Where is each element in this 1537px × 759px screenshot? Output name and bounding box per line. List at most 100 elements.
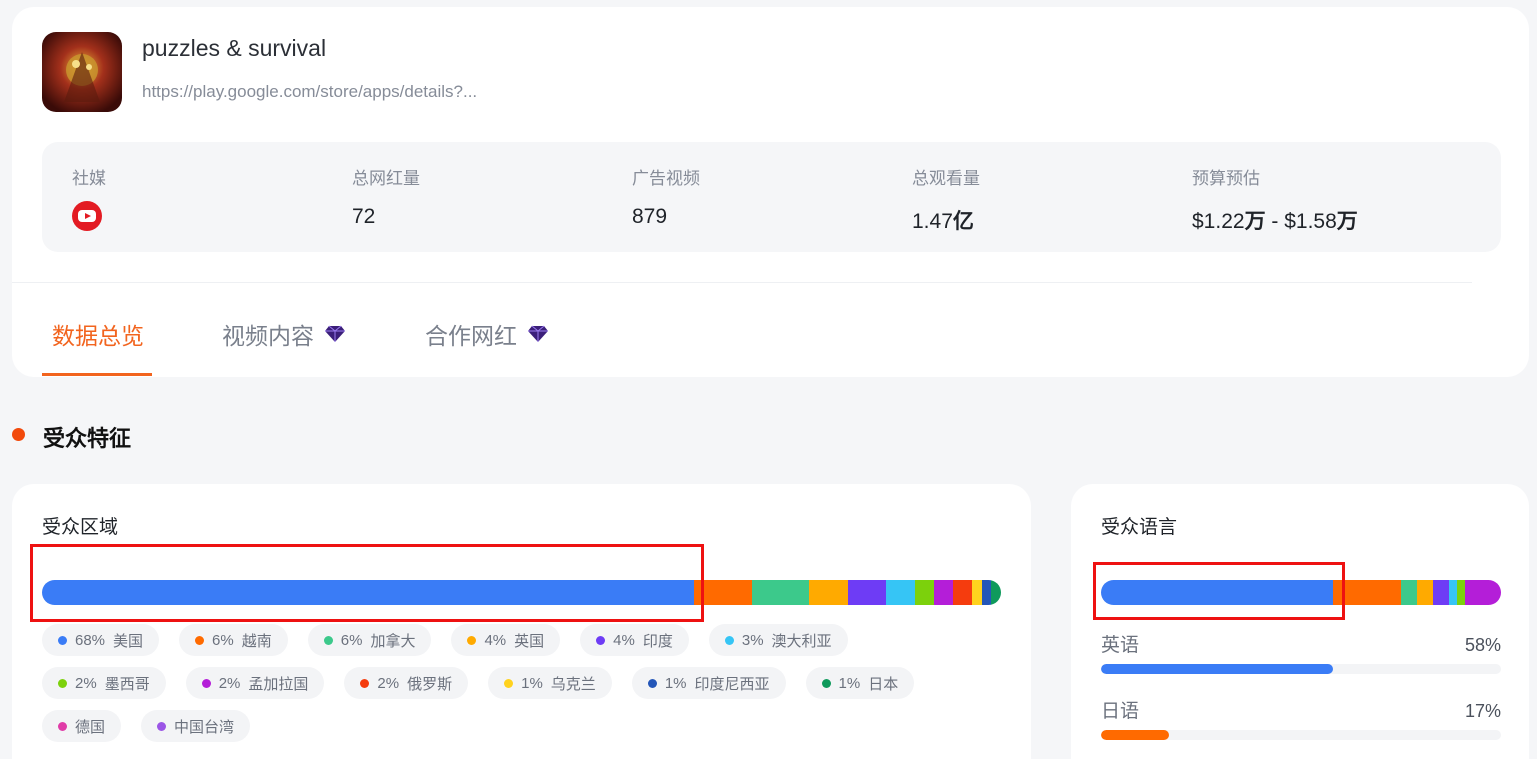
language-name: 英语 <box>1101 635 1140 656</box>
language-bar-segment <box>1401 580 1417 605</box>
tab-overview[interactable]: 数据总览 <box>52 317 144 351</box>
legend-percent: 6% <box>212 631 234 649</box>
legend-percent: 1% <box>521 674 543 692</box>
legend-country: 印度尼西亚 <box>694 675 770 693</box>
region-bar-segment <box>953 580 973 605</box>
legend-country: 墨西哥 <box>104 675 150 693</box>
legend-percent: 2% <box>218 674 241 692</box>
language-name: 日语 <box>1101 701 1140 722</box>
highlight-box <box>30 544 704 622</box>
views-unit: 亿 <box>952 210 974 233</box>
legend-percent: 1% <box>838 674 861 692</box>
legend-country: 加拿大 <box>370 632 416 650</box>
legend-percent: 4% <box>613 631 635 649</box>
region-bar-segment <box>914 580 934 605</box>
legend-country: 英国 <box>514 632 545 650</box>
language-bar-segment <box>1417 580 1433 605</box>
language-bar-segment <box>1465 580 1501 605</box>
tab-partner-influencers[interactable]: 合作网红 <box>425 317 549 351</box>
stat-budget: 预算预估 $1.22万 - $1.58万 <box>1192 164 1358 235</box>
budget-separator: - <box>1265 210 1285 233</box>
legend-dot <box>467 635 477 645</box>
legend-percent: 3% <box>741 631 764 649</box>
legend-percent: 2% <box>377 674 400 692</box>
stat-influencers-value: 72 <box>352 205 376 228</box>
legend-country: 日本 <box>868 675 899 693</box>
stat-ad-videos-label: 广告视频 <box>632 169 700 188</box>
legend-dot <box>821 678 831 688</box>
section-dot <box>12 428 25 441</box>
app-header-card: puzzles & survival https://play.google.c… <box>12 7 1529 377</box>
tab-label: 视频内容 <box>222 323 314 349</box>
legend-dot <box>195 635 205 645</box>
budget-high-unit: 万 <box>1336 210 1358 233</box>
tab-label: 数据总览 <box>52 323 144 349</box>
divider <box>12 282 1472 283</box>
region-bar-segment <box>885 580 915 605</box>
budget-low: $1.22 <box>1192 210 1245 233</box>
region-legend-item: 2% 孟加拉国 <box>185 667 325 699</box>
region-legend-item: 中国台湾 <box>141 710 251 742</box>
language-percent: 17% <box>1464 701 1501 721</box>
legend-country: 越南 <box>241 632 272 650</box>
legend-country: 印度 <box>642 632 673 650</box>
legend-country: 孟加拉国 <box>248 675 309 693</box>
stat-influencers-label: 总网红量 <box>352 169 420 188</box>
region-legend-item: 4% 印度 <box>580 624 689 656</box>
legend-percent: 68% <box>75 631 106 649</box>
legend-dot <box>323 635 333 645</box>
legend-dot <box>724 635 734 645</box>
stat-budget-label: 预算预估 <box>1192 169 1260 188</box>
region-legend-item: 6% 加拿大 <box>307 624 432 656</box>
stat-ad-videos-value: 879 <box>632 205 668 228</box>
stat-views-label: 总观看量 <box>912 169 980 188</box>
legend-dot <box>201 678 211 688</box>
stat-views-value: 1.47亿 <box>912 205 980 235</box>
region-card-title: 受众区域 <box>42 517 119 538</box>
highlight-box <box>1093 562 1345 620</box>
stat-views: 总观看量 1.47亿 <box>912 164 980 235</box>
region-legend-item: 1% 日本 <box>805 667 915 699</box>
region-legend-item: 68% 美国 <box>42 624 160 656</box>
views-number: 1.47 <box>912 210 953 233</box>
legend-dot <box>504 678 514 688</box>
legend-dot <box>58 678 67 688</box>
language-progress-fill <box>1101 664 1333 674</box>
diamond-icon <box>325 325 345 342</box>
app-store-link[interactable]: https://play.google.com/store/apps/detai… <box>142 82 477 102</box>
section-title: 受众特征 <box>43 426 132 451</box>
region-legend: 68% 美国 6% 越南 6% 加拿大 4% 英国 4% 印度 3% 澳大利亚 2% 墨西哥 2% 孟加拉国 2… <box>42 624 942 742</box>
budget-high: $1.58 <box>1284 210 1337 233</box>
region-bar-segment <box>972 580 982 605</box>
language-progress-track <box>1101 664 1501 674</box>
legend-percent: 6% <box>340 631 363 649</box>
legend-country: 德国 <box>75 718 106 736</box>
active-tab-indicator <box>42 373 152 376</box>
language-card-title: 受众语言 <box>1101 517 1178 538</box>
budget-low-unit: 万 <box>1244 210 1266 233</box>
audience-language-card: 受众语言 英语 58% 日语 17% <box>1071 484 1529 759</box>
region-legend-item: 1% 乌克兰 <box>488 667 612 699</box>
diamond-icon <box>528 325 548 342</box>
region-bar-segment <box>981 580 992 605</box>
stat-budget-value: $1.22万 - $1.58万 <box>1192 205 1358 235</box>
app-name: puzzles & survival <box>142 35 327 61</box>
legend-dot <box>58 721 67 731</box>
region-legend-item: 德国 <box>42 710 122 742</box>
legend-country: 澳大利亚 <box>771 632 832 650</box>
language-percent: 58% <box>1464 635 1501 655</box>
youtube-icon[interactable] <box>72 201 102 231</box>
stats-panel: 社媒 总网红量 72 广告视频 879 总观看量 1.47亿 预算预估 $1.2… <box>42 142 1501 252</box>
legend-percent: 4% <box>484 631 507 649</box>
tab-video-content[interactable]: 视频内容 <box>222 317 346 351</box>
legend-dot <box>157 721 167 731</box>
region-bar-segment <box>809 580 848 605</box>
legend-percent: 2% <box>75 674 97 692</box>
legend-dot <box>647 678 657 688</box>
legend-dot <box>360 678 370 688</box>
legend-country: 美国 <box>113 632 144 650</box>
region-bar-segment <box>991 580 1001 605</box>
region-legend-item: 6% 越南 <box>179 624 288 656</box>
region-bar-segment <box>751 580 810 605</box>
legend-dot <box>596 635 606 645</box>
